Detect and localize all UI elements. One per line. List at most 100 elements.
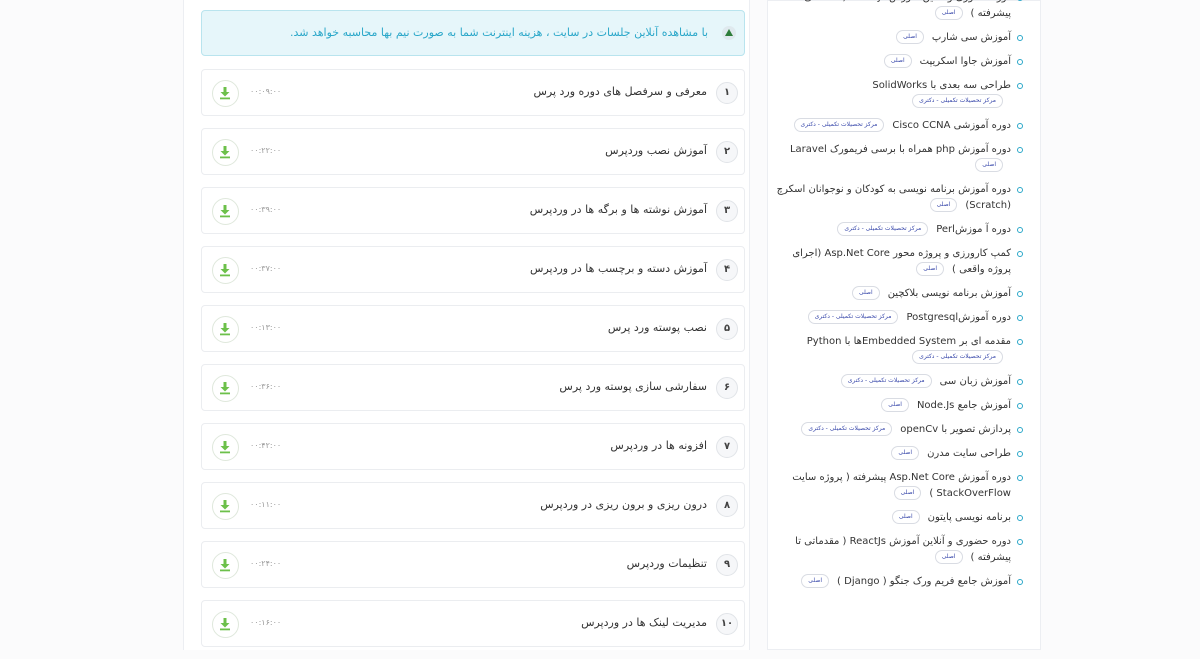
course-item[interactable]: کمپ کارورزی و پروژه محور Asp.Net Core (ا… — [775, 246, 1023, 278]
course-item[interactable]: دوره حضوری و آنلاین آموزش ReactJs ( مقدم… — [775, 534, 1023, 566]
download-button[interactable] — [212, 375, 239, 402]
course-item[interactable]: طراحی سه بعدی با SolidWorks مرکز تحصیلات … — [775, 78, 1023, 110]
course-title[interactable]: مقدمه ای بر Embedded Systemها با Python — [807, 336, 1011, 347]
course-title[interactable]: دوره آموزش php همراه با برسی فریمورک Lar… — [790, 144, 1011, 155]
course-category-badge: اصلی — [883, 54, 912, 68]
session-title[interactable]: مدیریت لینک ها در وردپرس — [581, 616, 707, 629]
course-item[interactable]: مقدمه ای بر Embedded Systemها با Python م… — [775, 334, 1023, 366]
session-row[interactable]: ۴ آموزش دسته و برچسب ها در وردپرس ۰۰:۳۷:۰۰ — [201, 246, 745, 293]
session-row[interactable]: ۲ آموزش نصب وردپرس ۰۰:۲۲:۰۰ — [201, 128, 745, 175]
session-title[interactable]: نصب پوسته ورد پرس — [608, 321, 707, 334]
session-row[interactable]: ۱۰ مدیریت لینک ها در وردپرس ۰۰:۱۶:۰۰ — [201, 600, 745, 647]
course-title[interactable]: آموزش برنامه نویسی بلاکچین — [888, 288, 1011, 299]
course-category-badge: اصلی — [934, 6, 963, 20]
course-item[interactable]: دوره آموزش برنامه نویسی به کودکان و نوجو… — [775, 182, 1023, 214]
session-row[interactable]: ۶ سفارشی سازی پوسته ورد پرس ۰۰:۳۶:۰۰ — [201, 364, 745, 411]
session-title[interactable]: آموزش دسته و برچسب ها در وردپرس — [530, 262, 707, 275]
course-item[interactable]: آموزش سی شارپ اصلی — [775, 30, 1023, 46]
course-title[interactable]: دوره آموزش برنامه نویسی به کودکان و نوجو… — [777, 184, 1011, 211]
session-duration: ۰۰:۴۲:۰۰ — [250, 441, 282, 450]
course-title[interactable]: دوره آموزشPostgresql — [906, 312, 1011, 323]
course-item[interactable]: آموزش جامع فریم ورک جنگو ( Django ) اصلی — [775, 574, 1023, 590]
session-duration: ۰۰:۳۶:۰۰ — [250, 382, 282, 391]
course-item[interactable]: دوره آموزشی Cisco CCNA مرکز تحصیلات تکمیل… — [775, 118, 1023, 134]
course-title[interactable]: دوره حضوری و آنلاین آموزش ReactJs ( مقدم… — [795, 0, 1011, 19]
course-title[interactable]: برنامه نویسی پایتون — [928, 512, 1011, 523]
session-row[interactable]: ۷ افزونه ها در وردپرس ۰۰:۴۲:۰۰ — [201, 423, 745, 470]
session-row[interactable]: ۱ معرفی و سرفصل های دوره ورد پرس ۰۰:۰۹:۰۰ — [201, 69, 745, 116]
course-item[interactable]: دوره آموزشPostgresql مرکز تحصیلات تکمیلی … — [775, 310, 1023, 326]
session-row[interactable]: ۹ تنظیمات وردپرس ۰۰:۲۴:۰۰ — [201, 541, 745, 588]
course-item[interactable]: دوره آموزش php همراه با برسی فریمورک Lar… — [775, 142, 1023, 174]
session-number: ۲ — [716, 141, 738, 163]
session-number: ۹ — [716, 554, 738, 576]
session-list: ۱ معرفی و سرفصل های دوره ورد پرس ۰۰:۰۹:۰۰ ۲… — [201, 69, 745, 659]
session-number: ۸ — [716, 495, 738, 517]
download-button[interactable] — [212, 139, 239, 166]
download-button[interactable] — [212, 552, 239, 579]
session-title[interactable]: سفارشی سازی پوسته ورد پرس — [559, 380, 707, 393]
course-category-badge: مرکز تحصیلات تکمیلی - دکتری — [837, 222, 929, 236]
course-title[interactable]: طراحی سه بعدی با SolidWorks — [872, 80, 1011, 91]
download-button[interactable] — [212, 611, 239, 638]
course-item[interactable]: آموزش برنامه نویسی بلاکچین اصلی — [775, 286, 1023, 302]
session-title[interactable]: معرفی و سرفصل های دوره ورد پرس — [533, 85, 707, 98]
session-duration: ۰۰:۱۶:۰۰ — [250, 618, 282, 627]
download-button[interactable] — [212, 80, 239, 107]
download-button[interactable] — [212, 316, 239, 343]
course-category-badge: اصلی — [929, 198, 958, 212]
session-title[interactable]: تنظیمات وردپرس — [627, 557, 707, 570]
session-row[interactable]: ۸ درون ریزی و برون ریزی در وردپرس ۰۰:۱۱:۰۰ — [201, 482, 745, 529]
course-title[interactable]: طراحی سایت مدرن — [927, 448, 1011, 459]
course-item[interactable]: پردازش تصویر با openCv مرکز تحصیلات تکمیل… — [775, 422, 1023, 438]
course-item[interactable]: دوره آ موزشPerl مرکز تحصیلات تکمیلی - دکت… — [775, 222, 1023, 238]
session-duration: ۰۰:۳۷:۰۰ — [250, 264, 282, 273]
course-category-badge: اصلی — [934, 550, 963, 564]
session-title[interactable]: درون ریزی و برون ریزی در وردپرس — [540, 498, 707, 511]
course-title[interactable]: آموزش جاوا اسکریپت — [920, 56, 1011, 67]
download-icon — [220, 382, 230, 395]
download-button[interactable] — [212, 257, 239, 284]
course-title[interactable]: آموزش جامع Node.Js — [917, 400, 1011, 411]
download-button[interactable] — [212, 493, 239, 520]
course-category-badge: اصلی — [851, 286, 880, 300]
session-row[interactable]: ۵ نصب پوسته ورد پرس ۰۰:۱۳:۰۰ — [201, 305, 745, 352]
course-item[interactable]: آموزش زبان سی مرکز تحصیلات تکمیلی - دکتری — [775, 374, 1023, 390]
course-item[interactable]: آموزش جاوا اسکریپت اصلی — [775, 54, 1023, 70]
session-title[interactable]: آموزش نصب وردپرس — [605, 144, 707, 157]
course-item[interactable]: آموزش جامع Node.Js اصلی — [775, 398, 1023, 414]
course-category-badge: اصلی — [801, 574, 830, 588]
course-category-badge: اصلی — [916, 262, 944, 276]
course-item[interactable]: طراحی سایت مدرن اصلی — [775, 446, 1023, 462]
course-title[interactable]: آموزش زبان سی — [940, 376, 1011, 387]
session-title[interactable]: آموزش نوشته ها و برگه ها در وردپرس — [530, 203, 707, 216]
course-category-badge: اصلی — [975, 158, 1003, 172]
session-number: ۷ — [716, 436, 738, 458]
course-title[interactable]: دوره حضوری و آنلاین آموزش ReactJs ( مقدم… — [795, 536, 1011, 563]
course-title[interactable]: دوره آ موزشPerl — [936, 224, 1011, 235]
course-title[interactable]: پردازش تصویر با openCv — [900, 424, 1011, 435]
session-duration: ۰۰:۱۳:۰۰ — [250, 323, 282, 332]
download-button[interactable] — [212, 198, 239, 225]
course-title[interactable]: آموزش سی شارپ — [932, 32, 1011, 43]
download-icon — [220, 441, 230, 454]
course-item[interactable]: دوره آموزش Asp.Net Core پیشرفته ( پروژه … — [775, 470, 1023, 502]
session-duration: ۰۰:۳۹:۰۰ — [250, 205, 282, 214]
download-icon — [220, 323, 230, 336]
download-icon — [220, 559, 230, 572]
session-row[interactable]: ۳ آموزش نوشته ها و برگه ها در وردپرس ۰۰:۳۹… — [201, 187, 745, 234]
course-category-badge: اصلی — [881, 398, 909, 412]
course-title[interactable]: آموزش جامع فریم ورک جنگو ( Django ) — [837, 576, 1011, 587]
course-category-badge: مرکز تحصیلات تکمیلی - دکتری — [912, 94, 1003, 108]
course-category-badge: مرکز تحصیلات تکمیلی - دکتری — [912, 350, 1003, 364]
course-item[interactable]: دوره حضوری و آنلاین آموزش ReactJs ( مقدم… — [775, 0, 1023, 22]
download-button[interactable] — [212, 434, 239, 461]
course-title[interactable]: کمپ کارورزی و پروژه محور Asp.Net Core (ا… — [792, 248, 1011, 275]
session-duration: ۰۰:۲۴:۰۰ — [250, 559, 282, 568]
session-title[interactable]: افزونه ها در وردپرس — [610, 439, 707, 452]
course-item[interactable]: برنامه نویسی پایتون اصلی — [775, 510, 1023, 526]
course-category-badge: اصلی — [896, 30, 924, 44]
course-category-badge: مرکز تحصیلات تکمیلی - دکتری — [801, 422, 893, 436]
course-title[interactable]: دوره آموزشی Cisco CCNA — [892, 120, 1011, 131]
session-duration: ۰۰:۱۱:۰۰ — [250, 500, 282, 509]
